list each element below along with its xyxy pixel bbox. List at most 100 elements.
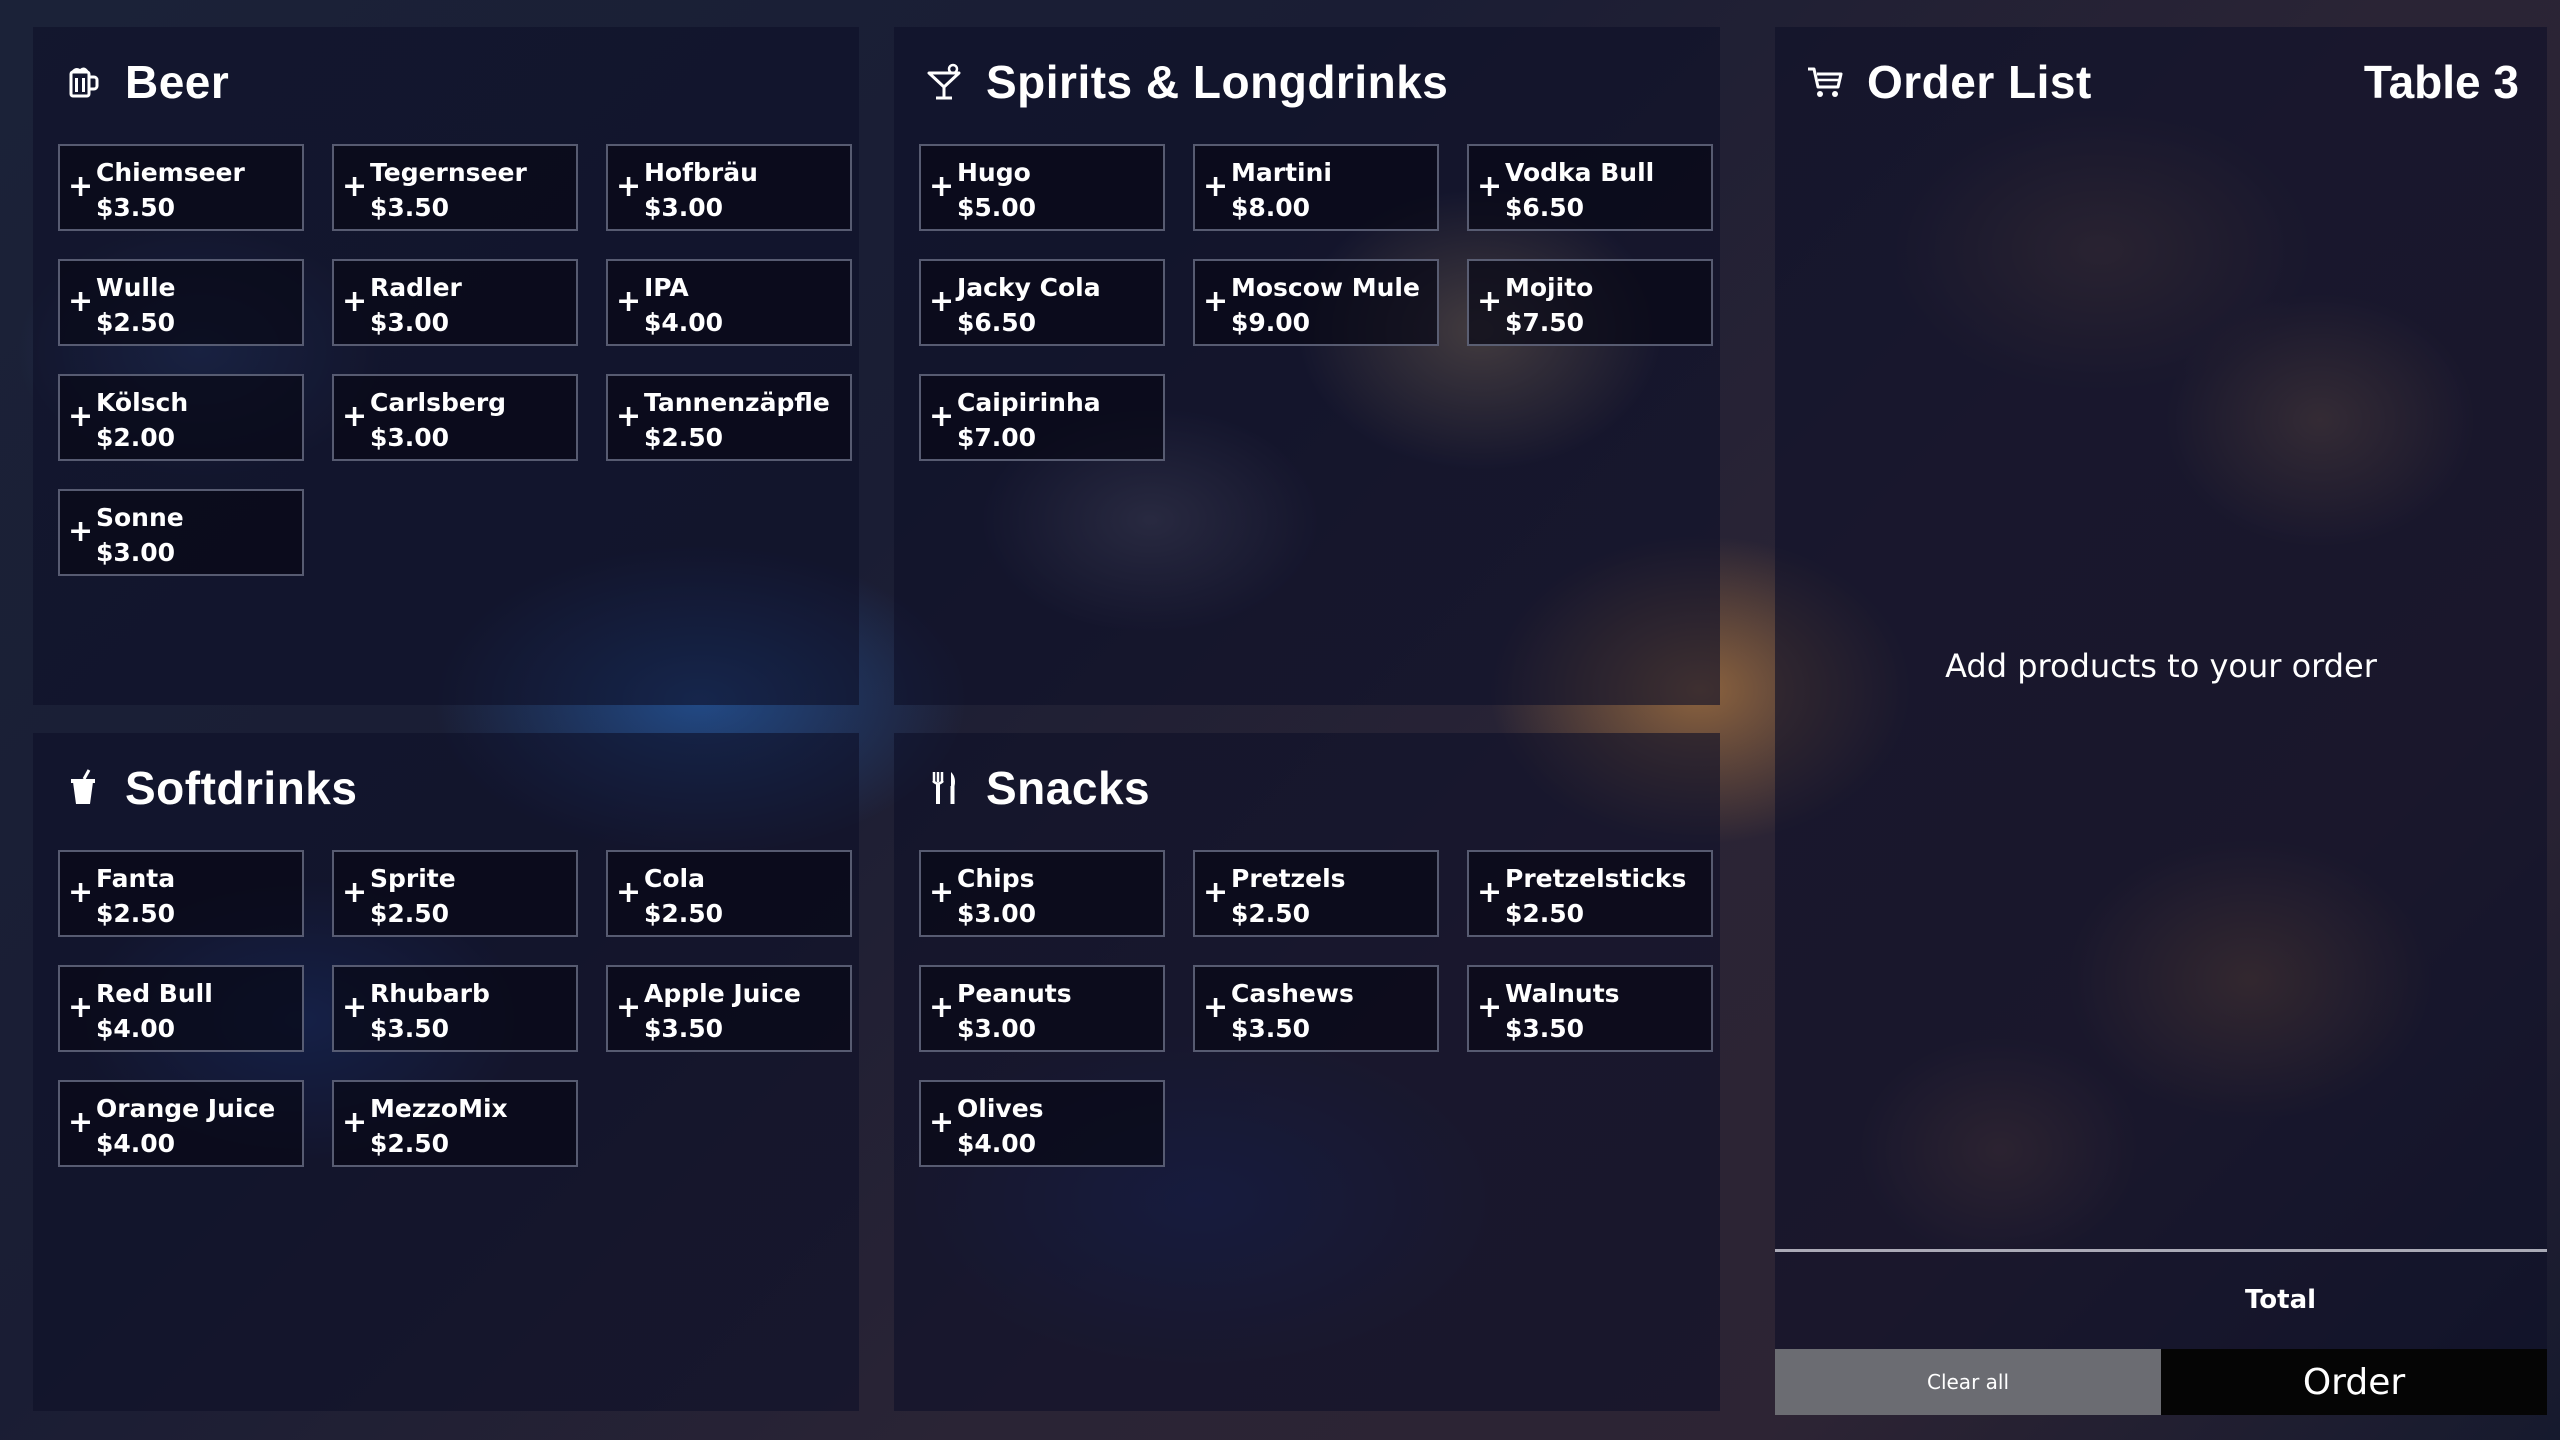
product-price: $6.50 <box>957 308 1037 337</box>
product-button[interactable]: + Wulle $2.50 <box>58 259 304 346</box>
product-name: Caipirinha <box>957 388 1101 417</box>
category-title: Softdrinks <box>125 762 358 814</box>
product-button[interactable]: + Kölsch $2.00 <box>58 374 304 461</box>
product-button[interactable]: + Tegernseer $3.50 <box>332 144 578 231</box>
add-icon: + <box>616 990 642 1025</box>
product-price: $2.50 <box>1231 899 1311 928</box>
product-button[interactable]: + Moscow Mule $9.00 <box>1193 259 1439 346</box>
add-icon: + <box>1477 169 1503 204</box>
add-icon: + <box>342 284 368 319</box>
add-icon: + <box>342 169 368 204</box>
product-button[interactable]: + Mojito $7.50 <box>1467 259 1713 346</box>
product-name: Hugo <box>957 158 1031 187</box>
add-icon: + <box>929 399 955 434</box>
product-price: $3.50 <box>370 1014 450 1043</box>
product-name: Chiemseer <box>96 158 245 187</box>
category-header: Snacks <box>924 761 1150 815</box>
product-name: Apple Juice <box>644 979 801 1008</box>
product-button[interactable]: + Cashews $3.50 <box>1193 965 1439 1052</box>
order-button[interactable]: Order <box>2161 1349 2547 1415</box>
product-button[interactable]: + Hofbräu $3.00 <box>606 144 852 231</box>
product-button[interactable]: + Orange Juice $4.00 <box>58 1080 304 1167</box>
product-name: Wulle <box>96 273 176 302</box>
soda-cup-icon <box>63 768 103 808</box>
product-name: Jacky Cola <box>957 273 1101 302</box>
product-button[interactable]: + IPA $4.00 <box>606 259 852 346</box>
cocktail-glass-icon <box>924 62 964 102</box>
product-button[interactable]: + Hugo $5.00 <box>919 144 1165 231</box>
product-button[interactable]: + Olives $4.00 <box>919 1080 1165 1167</box>
product-grid: + Fanta $2.50 + Sprite $2.50 + Cola $2.50 + Red… <box>58 850 852 1167</box>
total-label: Total <box>2245 1285 2317 1315</box>
product-name: Walnuts <box>1505 979 1620 1008</box>
clear-all-button[interactable]: Clear all <box>1775 1349 2161 1415</box>
add-icon: + <box>616 284 642 319</box>
product-name: Tannenzäpfle <box>644 388 830 417</box>
category-title: Snacks <box>986 762 1151 814</box>
product-name: Moscow Mule <box>1231 273 1420 302</box>
product-grid: + Hugo $5.00 + Martini $8.00 + Vodka Bull $6.5… <box>919 144 1713 461</box>
product-button[interactable]: + Fanta $2.50 <box>58 850 304 937</box>
product-price: $3.50 <box>96 193 176 222</box>
product-button[interactable]: + Apple Juice $3.50 <box>606 965 852 1052</box>
category-panel-spirits: Spirits & Longdrinks + Hugo $5.00 + Martini… <box>894 27 1720 705</box>
product-button[interactable]: + Radler $3.00 <box>332 259 578 346</box>
product-price: $3.00 <box>644 193 724 222</box>
product-button[interactable]: + Cola $2.50 <box>606 850 852 937</box>
order-panel: Order List Table 3 Add products to your … <box>1775 27 2547 1415</box>
shopping-cart-icon <box>1805 62 1845 102</box>
product-button[interactable]: + MezzoMix $2.50 <box>332 1080 578 1167</box>
product-name: IPA <box>644 273 689 302</box>
product-name: Carlsberg <box>370 388 507 417</box>
category-header: Beer <box>63 55 229 109</box>
category-title: Spirits & Longdrinks <box>986 56 1449 108</box>
product-button[interactable]: + Pretzels $2.50 <box>1193 850 1439 937</box>
add-icon: + <box>68 990 94 1025</box>
product-button[interactable]: + Walnuts $3.50 <box>1467 965 1713 1052</box>
product-name: Mojito <box>1505 273 1594 302</box>
category-title: Beer <box>125 56 230 108</box>
product-button[interactable]: + Caipirinha $7.00 <box>919 374 1165 461</box>
product-button[interactable]: + Pretzelsticks $2.50 <box>1467 850 1713 937</box>
product-button[interactable]: + Chips $3.00 <box>919 850 1165 937</box>
add-icon: + <box>342 399 368 434</box>
add-icon: + <box>929 284 955 319</box>
product-name: Pretzels <box>1231 864 1346 893</box>
product-button[interactable]: + Chiemseer $3.50 <box>58 144 304 231</box>
product-button[interactable]: + Red Bull $4.00 <box>58 965 304 1052</box>
product-price: $7.50 <box>1505 308 1585 337</box>
product-button[interactable]: + Vodka Bull $6.50 <box>1467 144 1713 231</box>
product-price: $8.00 <box>1231 193 1311 222</box>
product-price: $3.00 <box>957 899 1037 928</box>
category-panel-beer: Beer + Chiemseer $3.50 + Tegernseer $3.50 + H… <box>33 27 859 705</box>
add-icon: + <box>929 990 955 1025</box>
product-price: $3.00 <box>370 423 450 452</box>
product-name: Fanta <box>96 864 176 893</box>
product-button[interactable]: + Sonne $3.00 <box>58 489 304 576</box>
product-price: $4.00 <box>957 1129 1037 1158</box>
add-icon: + <box>342 875 368 910</box>
product-price: $5.00 <box>957 193 1037 222</box>
product-price: $4.00 <box>644 308 724 337</box>
add-icon: + <box>929 875 955 910</box>
divider <box>1775 1249 2547 1252</box>
product-button[interactable]: + Martini $8.00 <box>1193 144 1439 231</box>
product-name: Sonne <box>96 503 184 532</box>
product-name: Red Bull <box>96 979 213 1008</box>
product-name: Cashews <box>1231 979 1354 1008</box>
product-button[interactable]: + Carlsberg $3.00 <box>332 374 578 461</box>
product-price: $2.50 <box>1505 899 1585 928</box>
add-icon: + <box>616 169 642 204</box>
product-price: $4.00 <box>96 1014 176 1043</box>
product-grid: + Chiemseer $3.50 + Tegernseer $3.50 + Hofbrä… <box>58 144 852 576</box>
product-price: $3.50 <box>370 193 450 222</box>
product-button[interactable]: + Sprite $2.50 <box>332 850 578 937</box>
product-name: Peanuts <box>957 979 1072 1008</box>
product-button[interactable]: + Jacky Cola $6.50 <box>919 259 1165 346</box>
product-button[interactable]: + Rhubarb $3.50 <box>332 965 578 1052</box>
product-button[interactable]: + Tannenzäpfle $2.50 <box>606 374 852 461</box>
add-icon: + <box>342 990 368 1025</box>
product-button[interactable]: + Peanuts $3.00 <box>919 965 1165 1052</box>
add-icon: + <box>929 1105 955 1140</box>
add-icon: + <box>68 1105 94 1140</box>
